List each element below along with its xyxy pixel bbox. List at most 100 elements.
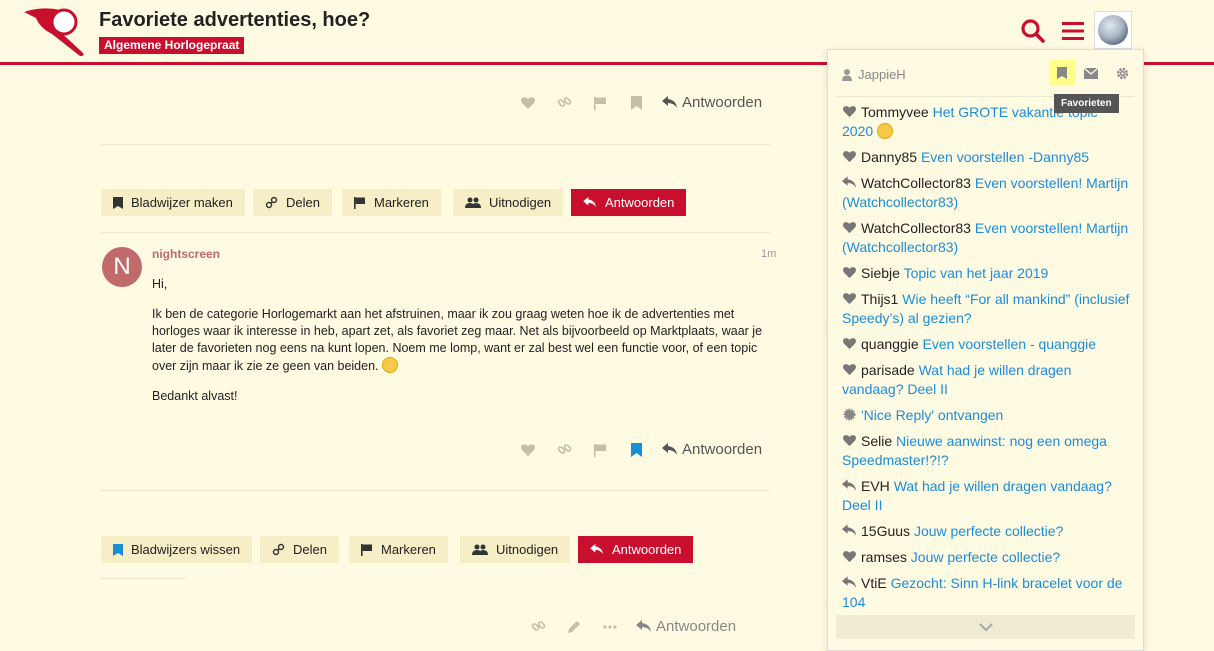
notification-topic-link[interactable]: Jouw perfecte collectie? bbox=[911, 549, 1060, 565]
flag-button-label: Markeren bbox=[381, 542, 436, 557]
invite-button-label: Uitnodigen bbox=[496, 542, 559, 557]
flag-icon[interactable] bbox=[582, 443, 618, 457]
notification-item[interactable]: 15Guus Jouw perfecte collectie? bbox=[842, 522, 1132, 541]
reply-link-bottom[interactable]: Antwoorden bbox=[636, 618, 736, 635]
notification-item[interactable]: WatchCollector83 Even voorstellen! Marti… bbox=[842, 219, 1132, 257]
reply-label: Antwoorden bbox=[656, 618, 737, 635]
preferences-tab[interactable] bbox=[1109, 60, 1135, 86]
notification-item[interactable]: VtiE Gezocht: Sinn H-link bracelet voor … bbox=[842, 574, 1132, 612]
bookmark-icon[interactable] bbox=[618, 95, 654, 110]
notification-topic-link[interactable]: Even voorstellen - quanggie bbox=[923, 336, 1097, 352]
notification-item[interactable]: parisade Wat had je willen dragen vandaa… bbox=[842, 361, 1132, 399]
share-button-label: Delen bbox=[293, 542, 327, 557]
notification-user: Selie bbox=[861, 433, 893, 449]
post-author-username[interactable]: nightscreen bbox=[152, 247, 220, 261]
link-icon[interactable] bbox=[546, 442, 582, 457]
flag-icon bbox=[361, 543, 372, 556]
post-paragraph: Hi, bbox=[152, 277, 168, 291]
notification-item[interactable]: Selie Nieuwe aanwinst: nog een omega Spe… bbox=[842, 432, 1132, 470]
notification-item[interactable]: ramses Jouw perfecte collectie? bbox=[842, 548, 1132, 567]
notification-user: EVH bbox=[861, 478, 890, 494]
post-divider bbox=[101, 578, 185, 579]
link-icon[interactable] bbox=[520, 619, 556, 634]
hamburger-menu-icon[interactable] bbox=[1060, 18, 1086, 44]
notification-user: Siebje bbox=[861, 265, 900, 281]
flag-button-label: Markeren bbox=[374, 195, 429, 210]
notification-item[interactable]: Thijs1 Wie heeft “For all mankind” (incl… bbox=[842, 290, 1132, 328]
notification-item[interactable]: WatchCollector83 Even voorstellen! Marti… bbox=[842, 174, 1132, 212]
site-logo[interactable] bbox=[22, 6, 94, 58]
notification-item[interactable]: EVH Wat had je willen dragen vandaag? De… bbox=[842, 477, 1132, 515]
post-author-avatar[interactable]: N bbox=[102, 247, 142, 287]
heart-icon bbox=[842, 104, 861, 120]
post-date[interactable]: 1m bbox=[761, 248, 776, 260]
flag-icon[interactable] bbox=[582, 96, 618, 110]
topic-title[interactable]: Favoriete advertenties, hoe? bbox=[99, 9, 370, 32]
category-badge[interactable]: Algemene Horlogepraat bbox=[99, 37, 245, 54]
heart-icon bbox=[842, 362, 861, 378]
user-menu-username: JappieH bbox=[858, 67, 906, 82]
reply-link-top[interactable]: Antwoorden bbox=[662, 94, 762, 111]
notification-topic-link[interactable]: Even voorstellen -Danny85 bbox=[921, 149, 1089, 165]
invite-button[interactable]: Uitnodigen bbox=[453, 189, 564, 216]
user-icon bbox=[842, 68, 852, 81]
notification-item[interactable]: quanggie Even voorstellen - quanggie bbox=[842, 335, 1132, 354]
bookmark-button[interactable]: Bladwijzer maken bbox=[101, 189, 245, 216]
reply-icon bbox=[842, 575, 861, 591]
notification-item[interactable]: 'Nice Reply' ontvangen bbox=[842, 406, 1132, 425]
reply-button[interactable]: Antwoorden bbox=[571, 189, 687, 216]
edit-pencil-icon[interactable] bbox=[556, 620, 592, 634]
bookmark-button-label: Bladwijzer maken bbox=[131, 195, 233, 210]
post-paragraph-text: Ik ben de categorie Horlogemarkt aan het… bbox=[152, 307, 763, 373]
reply-icon bbox=[636, 620, 651, 632]
notification-topic-link[interactable]: 'Nice Reply' ontvangen bbox=[861, 407, 1003, 423]
like-icon[interactable] bbox=[510, 443, 546, 457]
notification-user: WatchCollector83 bbox=[861, 220, 971, 236]
notification-item[interactable]: Siebje Topic van het jaar 2019 bbox=[842, 264, 1132, 283]
search-icon[interactable] bbox=[1020, 18, 1046, 44]
user-avatar-button[interactable] bbox=[1094, 11, 1132, 49]
flag-button[interactable]: Markeren bbox=[349, 536, 448, 563]
reply-icon bbox=[583, 197, 596, 208]
like-icon[interactable] bbox=[510, 96, 546, 110]
reply-link[interactable]: Antwoorden bbox=[662, 441, 762, 458]
flag-button[interactable]: Markeren bbox=[342, 189, 441, 216]
share-button[interactable]: Delen bbox=[260, 536, 339, 563]
clear-bookmarks-label: Bladwijzers wissen bbox=[131, 542, 241, 557]
messages-tab[interactable] bbox=[1078, 60, 1104, 86]
reply-icon bbox=[842, 478, 861, 494]
clear-bookmarks-button[interactable]: Bladwijzers wissen bbox=[101, 536, 253, 563]
reply-label: Antwoorden bbox=[682, 441, 763, 458]
notification-topic-link[interactable]: Topic van het jaar 2019 bbox=[904, 265, 1049, 281]
show-more-button[interactable] bbox=[836, 615, 1135, 639]
bookmark-active-icon bbox=[113, 543, 123, 556]
bookmark-active-icon[interactable] bbox=[618, 442, 654, 457]
invite-button[interactable]: Uitnodigen bbox=[460, 536, 571, 563]
share-button[interactable]: Delen bbox=[253, 189, 332, 216]
heart-icon bbox=[842, 291, 861, 307]
reply-icon bbox=[842, 523, 861, 539]
gear-icon bbox=[1116, 67, 1128, 79]
user-profile-link[interactable]: JappieH bbox=[842, 67, 906, 82]
post-divider bbox=[101, 490, 770, 491]
reply-button[interactable]: Antwoorden bbox=[578, 536, 694, 563]
notification-user: Tommyvee bbox=[861, 104, 929, 120]
more-options-icon[interactable] bbox=[592, 624, 628, 629]
notification-item[interactable]: Danny85 Even voorstellen -Danny85 bbox=[842, 148, 1132, 167]
badge-icon bbox=[842, 407, 861, 423]
post-actions-bottom: Antwoorden bbox=[520, 618, 736, 635]
notification-topic-link[interactable]: Jouw perfecte collectie? bbox=[914, 523, 1063, 539]
heart-icon bbox=[842, 265, 861, 281]
heart-icon bbox=[842, 149, 861, 165]
link-icon[interactable] bbox=[546, 95, 582, 110]
post-actions-top: Antwoorden bbox=[510, 94, 762, 111]
reply-label: Antwoorden bbox=[682, 94, 763, 111]
reply-icon bbox=[842, 175, 861, 191]
reply-icon bbox=[590, 544, 603, 555]
notification-user: VtiE bbox=[861, 575, 887, 591]
post-paragraph: Bedankt alvast! bbox=[152, 389, 238, 403]
bookmark-icon bbox=[113, 196, 123, 209]
chevron-down-icon bbox=[978, 622, 993, 632]
bookmarks-tab[interactable] bbox=[1049, 60, 1075, 86]
post-body: Hi, Ik ben de categorie Horlogemarkt aan… bbox=[152, 276, 772, 418]
